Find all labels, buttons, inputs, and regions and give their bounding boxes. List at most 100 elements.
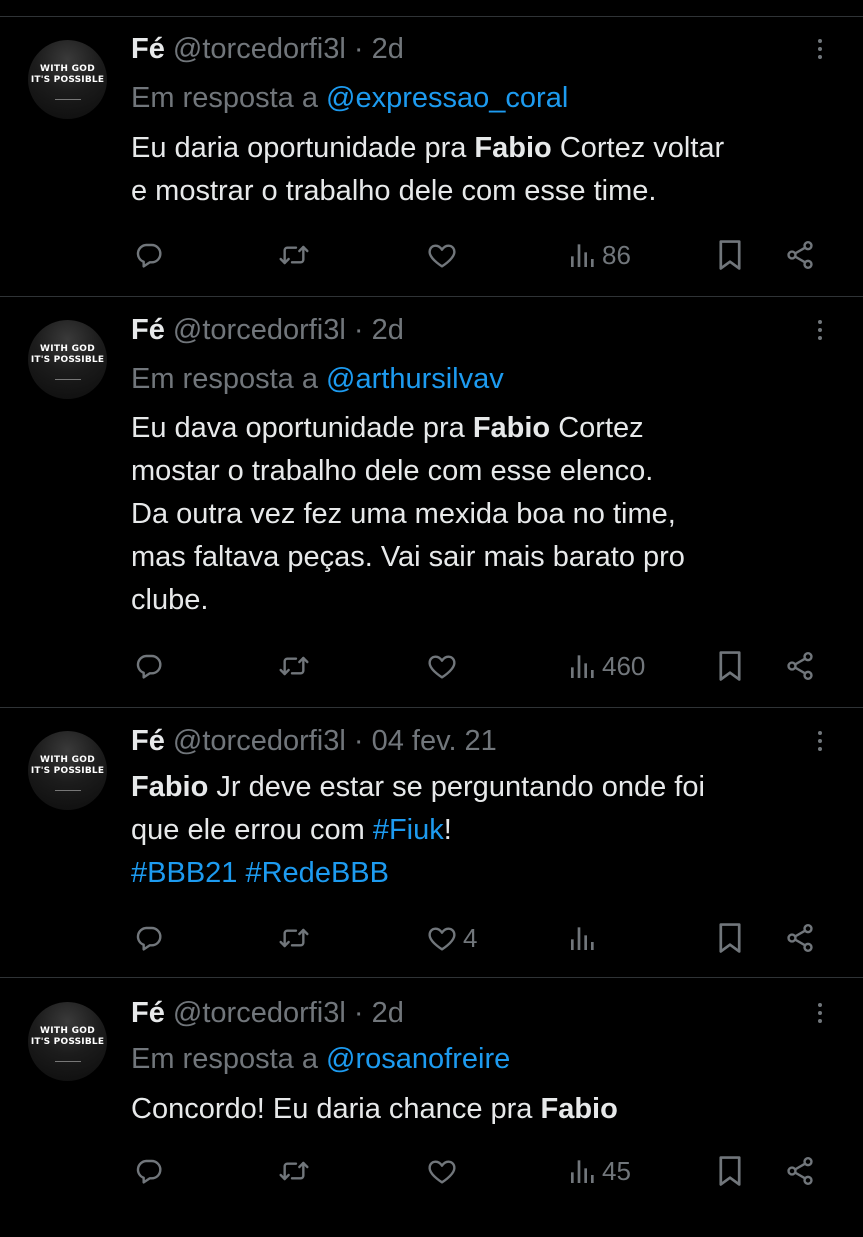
more-icon[interactable] (808, 31, 832, 67)
tweet-text-line: mostar o trabalho dele com esse elenco. (131, 450, 841, 493)
avatar[interactable]: WITH GOD IT'S POSSIBLE (28, 731, 107, 810)
retweet-button[interactable] (276, 235, 312, 275)
tweet-text-line: Da outra vez fez uma mexida boa no time, (131, 493, 841, 536)
highlighted-term: Fabio (472, 412, 551, 444)
separator-dot: · (345, 314, 372, 346)
more-icon[interactable] (808, 995, 832, 1031)
reply-icon (133, 922, 165, 954)
tweet-text: Eu dava oportunidade pra Fabio Cortez mos… (131, 407, 841, 622)
bookmark-icon (715, 921, 745, 955)
tweet-time[interactable]: 2d (372, 997, 404, 1029)
more-icon[interactable] (808, 312, 832, 348)
hashtag-link[interactable]: #Fiuk (373, 814, 444, 846)
hashtag-link[interactable]: #RedeBBB (245, 857, 389, 889)
retweet-button[interactable] (276, 646, 312, 686)
bookmark-button[interactable] (715, 1151, 745, 1191)
share-button[interactable] (783, 1151, 817, 1191)
bookmark-button[interactable] (715, 235, 745, 275)
text-segment: Da outra vez fez uma mexida boa no time, (131, 498, 676, 530)
views-button[interactable]: 45 (568, 1151, 631, 1191)
share-button[interactable] (783, 918, 817, 958)
bookmark-icon (715, 1154, 745, 1188)
text-segment: clube. (131, 584, 209, 616)
tweet-text: Concordo! Eu daria chance pra Fabio (131, 1088, 841, 1131)
retweet-button[interactable] (276, 918, 312, 958)
like-button[interactable]: 4 (425, 918, 477, 958)
tweet-time[interactable]: 04 fev. 21 (372, 725, 497, 757)
reply-icon (133, 239, 165, 271)
views-button[interactable] (568, 918, 598, 958)
tweet-text-line: mas faltava peças. Vai sair mais barato … (131, 536, 841, 579)
retweet-icon (276, 650, 312, 682)
author-name[interactable]: Fé (131, 997, 165, 1029)
text-segment: mostar o trabalho dele com esse elenco. (131, 455, 654, 487)
share-icon (783, 922, 817, 954)
retweet-icon (276, 1155, 312, 1187)
views-count: 86 (602, 239, 631, 270)
separator-dot: · (345, 997, 372, 1029)
tweet-text-line: clube. (131, 579, 841, 622)
tweet-text-line: Eu daria oportunidade pra Fabio Cortez v… (131, 127, 841, 170)
share-button[interactable] (783, 235, 817, 275)
tweet-time[interactable]: 2d (372, 314, 404, 346)
tweet-actions: 45 (0, 1151, 863, 1191)
more-icon[interactable] (808, 723, 832, 759)
retweet-icon (276, 239, 312, 271)
author-handle[interactable]: @torcedorfi3l (173, 725, 346, 757)
tweet-text-line: Fabio Jr deve estar se perguntando onde … (131, 766, 841, 809)
bookmark-button[interactable] (715, 918, 745, 958)
avatar-text-line2: IT'S POSSIBLE (30, 766, 105, 776)
author-handle[interactable]: @torcedorfi3l (173, 314, 346, 346)
avatar[interactable]: WITH GOD IT'S POSSIBLE (28, 320, 107, 399)
reply-button[interactable] (133, 646, 165, 686)
author-name[interactable]: Fé (131, 725, 165, 757)
retweet-button[interactable] (276, 1151, 312, 1191)
tweet-header: Fé @torcedorfi3l · 2d (131, 995, 404, 1031)
author-handle[interactable]: @torcedorfi3l (173, 33, 346, 65)
reply-button[interactable] (133, 1151, 165, 1191)
share-icon (783, 650, 817, 682)
tweet-time[interactable]: 2d (372, 33, 404, 65)
text-segment: ! (443, 814, 452, 846)
bookmark-icon (715, 238, 745, 272)
reply-button[interactable] (133, 235, 165, 275)
author-name[interactable]: Fé (131, 33, 165, 65)
avatar[interactable]: WITH GOD IT'S POSSIBLE (28, 1002, 107, 1081)
avatar-rule (28, 778, 107, 791)
highlighted-term: Fabio (474, 132, 552, 164)
views-button[interactable]: 86 (568, 235, 631, 275)
reply-button[interactable] (133, 918, 165, 958)
reply-prefix: Em resposta a (131, 82, 318, 114)
views-icon (568, 1155, 598, 1187)
text-segment: Cortez voltar (551, 132, 725, 164)
like-button[interactable] (425, 1151, 459, 1191)
text-segment: mas faltava peças. Vai sair mais barato … (131, 541, 685, 573)
reply-prefix: Em resposta a (131, 1043, 318, 1075)
tweet-text-line: Eu dava oportunidade pra Fabio Cortez (131, 407, 841, 450)
author-name[interactable]: Fé (131, 314, 165, 346)
reply-to-handle[interactable]: @rosanofreire (326, 1043, 510, 1075)
hashtag-link[interactable]: #BBB21 (131, 857, 237, 889)
text-segment: Jr deve estar se perguntando onde foi (208, 771, 705, 803)
like-button[interactable] (425, 646, 459, 686)
reply-to-handle[interactable]: @expressao_coral (326, 82, 568, 114)
author-handle[interactable]: @torcedorfi3l (173, 997, 346, 1029)
tweet-header: Fé @torcedorfi3l · 2d (131, 312, 404, 348)
retweet-icon (276, 922, 312, 954)
text-segment: Eu dava oportunidade pra (131, 412, 473, 444)
text-segment: Eu daria oportunidade pra (131, 132, 475, 164)
like-icon (425, 1155, 459, 1187)
share-icon (783, 239, 817, 271)
tweet-header: Fé @torcedorfi3l · 04 fev. 21 (131, 723, 497, 759)
like-button[interactable] (425, 235, 459, 275)
views-count: 45 (602, 1155, 631, 1186)
avatar-text-line1: WITH GOD (40, 755, 95, 765)
reply-to-handle[interactable]: @arthursilvav (326, 363, 504, 395)
bookmark-button[interactable] (715, 646, 745, 686)
views-button[interactable]: 460 (568, 646, 645, 686)
tweet-actions: 4 (0, 918, 863, 958)
share-button[interactable] (783, 646, 817, 686)
views-icon (568, 922, 598, 954)
tweet-text-line: e mostrar o trabalho dele com esse time. (131, 170, 841, 213)
avatar[interactable]: WITH GOD IT'S POSSIBLE (28, 40, 107, 119)
